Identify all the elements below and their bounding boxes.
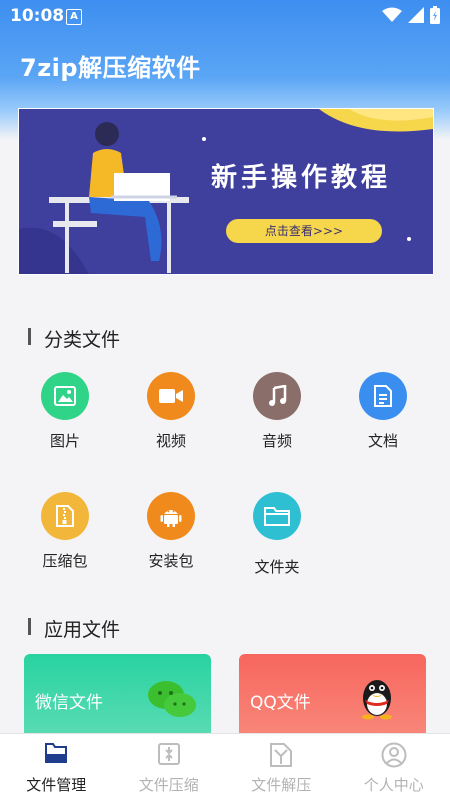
nav-file-compress[interactable]: 文件压缩: [113, 734, 226, 802]
music-icon: [253, 372, 301, 420]
nav-profile[interactable]: 个人中心: [338, 734, 450, 802]
nav-label: 个人中心: [338, 774, 450, 795]
bottom-nav: 文件管理 文件压缩 文件解压 个人中心: [0, 733, 450, 802]
category-videos[interactable]: 视频: [118, 372, 224, 451]
system-icons: [382, 6, 440, 24]
wechat-files-label: 微信文件: [35, 688, 103, 713]
category-folders[interactable]: 文件夹: [224, 492, 330, 577]
nav-file-manage[interactable]: 文件管理: [0, 734, 113, 802]
signal-icon: [408, 7, 424, 23]
file-manage-icon: [44, 742, 68, 764]
page-title: 7zip解压缩软件: [20, 48, 201, 83]
wechat-files-card[interactable]: 微信文件: [24, 654, 211, 744]
video-icon: [147, 372, 195, 420]
image-icon: [41, 372, 89, 420]
category-label: 文件夹: [224, 556, 330, 577]
nav-label: 文件解压: [225, 774, 338, 795]
wifi-icon: [382, 7, 402, 23]
section-title-label: 分类文件: [44, 329, 120, 351]
category-label: 压缩包: [12, 550, 118, 571]
category-label: 音频: [224, 430, 330, 451]
category-label: 安装包: [118, 550, 224, 571]
banner-title: 新手操作教程: [211, 157, 391, 194]
nav-label: 文件压缩: [113, 774, 226, 795]
notification-badge: A: [66, 9, 82, 25]
qq-files-label: QQ文件: [250, 688, 311, 713]
status-bar: 10:08 A: [0, 0, 450, 32]
document-icon: [359, 372, 407, 420]
qq-icon: [357, 674, 397, 720]
file-extract-icon: [269, 742, 293, 768]
category-label: 视频: [118, 430, 224, 451]
status-time: 10:08: [10, 6, 64, 26]
qq-files-card[interactable]: QQ文件: [239, 654, 426, 744]
nav-label: 文件管理: [0, 774, 113, 795]
file-compress-icon: [157, 742, 181, 766]
tutorial-banner[interactable]: 新手操作教程 点击查看>>>: [18, 108, 434, 275]
category-apk[interactable]: 安装包: [118, 492, 224, 571]
profile-icon: [381, 742, 407, 768]
nav-file-extract[interactable]: 文件解压: [225, 734, 338, 802]
banner-view-button[interactable]: 点击查看>>>: [226, 219, 382, 243]
category-audio[interactable]: 音频: [224, 372, 330, 451]
battery-icon: [430, 6, 440, 24]
zip-icon: [41, 492, 89, 540]
category-images[interactable]: 图片: [12, 372, 118, 451]
section-title-categories: 分类文件: [30, 325, 120, 352]
section-title-label: 应用文件: [44, 619, 120, 641]
folder-icon: [253, 492, 301, 540]
category-label: 文档: [330, 430, 436, 451]
category-archives[interactable]: 压缩包: [12, 492, 118, 571]
category-label: 图片: [12, 430, 118, 451]
wechat-icon: [146, 678, 198, 722]
android-icon: [147, 492, 195, 540]
category-documents[interactable]: 文档: [330, 372, 436, 451]
section-title-apps: 应用文件: [30, 615, 120, 642]
